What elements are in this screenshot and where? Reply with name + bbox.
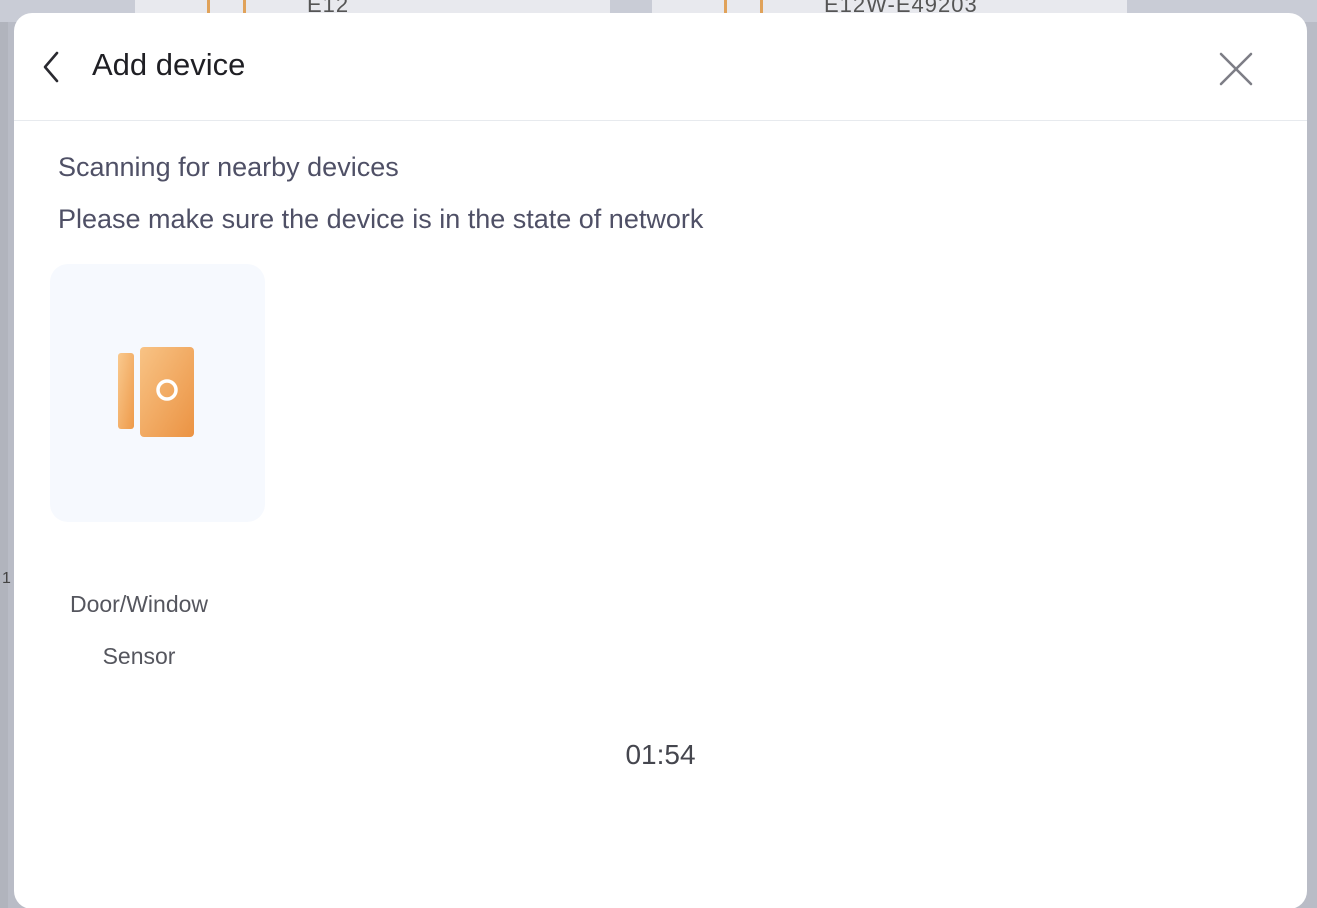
device-label: Door/Window Sensor [14, 578, 264, 682]
scan-countdown-timer: 01:54 [625, 739, 696, 770]
chevron-left-icon [43, 51, 59, 83]
back-button[interactable] [38, 46, 68, 88]
close-button[interactable] [1214, 47, 1258, 91]
add-device-dialog: Add device Scanning for nearby devices P… [14, 13, 1307, 908]
dialog-title: Add device [92, 47, 246, 82]
device-label-line1: Door/Window [69, 591, 209, 617]
device-label-line2: Sensor [102, 643, 176, 669]
background-card-marker [207, 0, 210, 14]
door-window-sensor-icon [118, 347, 194, 437]
background-left-edge [0, 22, 8, 908]
scan-status-text: Scanning for nearby devices [58, 152, 399, 182]
device-tile-door-window-sensor[interactable] [50, 264, 265, 522]
close-icon [1219, 52, 1253, 86]
scan-hint-text: Please make sure the device is in the st… [58, 204, 704, 234]
background-card-marker [243, 0, 246, 14]
background-card-marker [760, 0, 763, 14]
dialog-header: Add device [14, 13, 1307, 121]
background-card-marker [724, 0, 727, 14]
background-digit: 1 [2, 570, 11, 587]
